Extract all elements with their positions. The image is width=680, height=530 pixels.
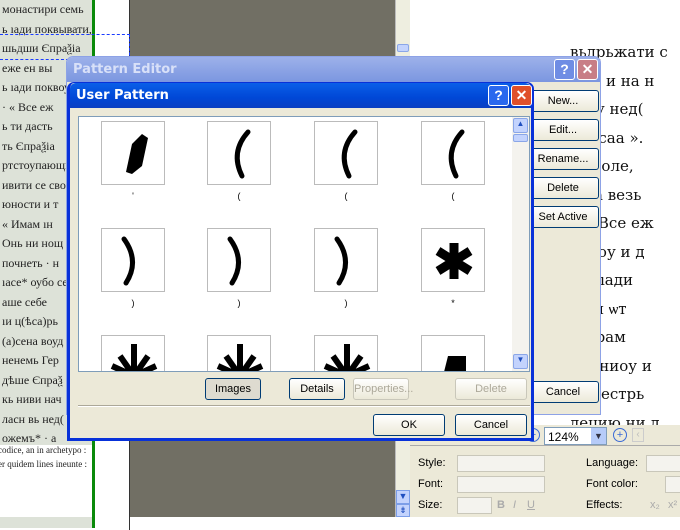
- scroll-down-icon[interactable]: ▼: [513, 354, 528, 369]
- style-select[interactable]: [457, 455, 545, 472]
- pattern-thumbnail[interactable]: [314, 335, 378, 371]
- paren-left-glyph-icon: [234, 129, 251, 179]
- trident-glyph-icon: [323, 344, 371, 371]
- blob-glyph-icon: [126, 134, 148, 174]
- trident-glyph-icon: [216, 344, 264, 371]
- set-active-button[interactable]: Set Active: [527, 206, 599, 228]
- footnote: er quidem lines ineunte :: [0, 459, 87, 469]
- pattern-label: ): [344, 298, 348, 308]
- font-color-label: Font color:: [586, 478, 638, 490]
- pattern-label: *: [451, 298, 455, 308]
- pattern-list[interactable]: ' ( ( ())) * ▲ ▼: [78, 116, 530, 372]
- pattern-thumbnail[interactable]: [421, 121, 485, 185]
- superscript-button[interactable]: x²: [668, 499, 677, 511]
- pattern-label: (: [451, 191, 455, 201]
- pattern-thumbnail[interactable]: [421, 335, 485, 371]
- pattern-thumbnail[interactable]: [101, 335, 165, 371]
- next-page-icon[interactable]: ⇟: [396, 504, 410, 517]
- paren-left-glyph-icon: [448, 129, 465, 179]
- zoom-in-icon[interactable]: +: [613, 428, 627, 442]
- pattern-thumbnail[interactable]: [207, 121, 271, 185]
- effects-label: Effects:: [586, 499, 623, 511]
- pattern-thumbnail[interactable]: [314, 228, 378, 292]
- bold-button[interactable]: B: [497, 499, 505, 511]
- font-label: Font:: [418, 478, 444, 490]
- pattern-label: ': [132, 191, 134, 201]
- list-scrollbar[interactable]: ▲ ▼: [512, 117, 529, 371]
- rename-button[interactable]: Rename...: [527, 148, 599, 170]
- pattern-label: ): [131, 298, 135, 308]
- user-pattern-title: User Pattern: [70, 83, 531, 108]
- help-icon[interactable]: ?: [488, 85, 509, 106]
- close-icon[interactable]: ✕: [511, 85, 532, 106]
- style-label: Style:: [418, 457, 446, 469]
- user-pattern-dialog: User Pattern ? ✕ ' ( ( ())) * ▲ ▼ Images Det…: [67, 82, 534, 441]
- language-label: Language:: [586, 457, 638, 469]
- scroll-thumb[interactable]: [397, 44, 409, 52]
- properties-button[interactable]: Properties...: [353, 378, 413, 400]
- help-icon[interactable]: ?: [554, 59, 575, 80]
- subscript-button[interactable]: x₂: [650, 499, 660, 511]
- images-view-button[interactable]: Images: [205, 378, 261, 400]
- scroll-up-icon[interactable]: ▲: [513, 118, 528, 133]
- paren-right-glyph-icon: [334, 236, 348, 286]
- paren-left-glyph-icon: [341, 129, 358, 179]
- font-color-select[interactable]: [665, 476, 680, 493]
- footnote: codice, an in archetypo :: [0, 445, 87, 455]
- pattern-label: ): [237, 298, 241, 308]
- footnotes: codice, an in archetypo : er quidem line…: [0, 445, 92, 517]
- block-glyph-icon: [444, 356, 466, 371]
- ok-button[interactable]: OK: [373, 414, 445, 436]
- scroll-left-icon[interactable]: ‹: [632, 428, 644, 442]
- zoom-value: 124%: [548, 430, 579, 444]
- new-button[interactable]: New...: [527, 90, 599, 112]
- scroll-thumb[interactable]: [513, 134, 528, 142]
- details-view-button[interactable]: Details: [289, 378, 345, 400]
- chevron-down-icon[interactable]: ▼: [591, 428, 606, 444]
- pattern-thumbnail[interactable]: [101, 228, 165, 292]
- cancel-button[interactable]: Cancel: [455, 414, 527, 436]
- italic-button[interactable]: I: [513, 499, 516, 511]
- trident-glyph-icon: [110, 344, 158, 371]
- font-select[interactable]: [457, 476, 545, 493]
- pattern-thumbnail[interactable]: [207, 228, 271, 292]
- scroll-down-icon[interactable]: ▼: [396, 490, 410, 504]
- zoom-select[interactable]: 124% ▼: [544, 427, 607, 445]
- pattern-editor-cancel-button[interactable]: Cancel: [527, 381, 599, 403]
- pattern-thumbnail[interactable]: [101, 121, 165, 185]
- paren-right-glyph-icon: [121, 236, 135, 286]
- pattern-thumbnail[interactable]: [207, 335, 271, 371]
- pattern-thumbnail[interactable]: [421, 228, 485, 292]
- underline-button[interactable]: U: [527, 499, 535, 511]
- size-label: Size:: [418, 499, 443, 511]
- size-select[interactable]: [457, 497, 492, 514]
- asterisk-glyph-icon: [435, 243, 473, 279]
- delete-pattern-button[interactable]: Delete: [527, 177, 599, 199]
- close-icon[interactable]: ✕: [577, 59, 598, 80]
- edit-button[interactable]: Edit...: [527, 119, 599, 141]
- paren-right-glyph-icon: [227, 236, 241, 286]
- divider: [78, 405, 530, 407]
- language-select[interactable]: [646, 455, 680, 472]
- pattern-label: (: [344, 191, 348, 201]
- doc-line: монастири семь: [2, 2, 84, 16]
- properties-panel: Style: Font: Size: B I U Language: Font …: [410, 445, 680, 517]
- pattern-editor-title: Pattern Editor: [67, 57, 600, 82]
- pattern-label: (: [237, 191, 241, 201]
- pattern-thumbnail[interactable]: [314, 121, 378, 185]
- delete-button[interactable]: Delete: [455, 378, 527, 400]
